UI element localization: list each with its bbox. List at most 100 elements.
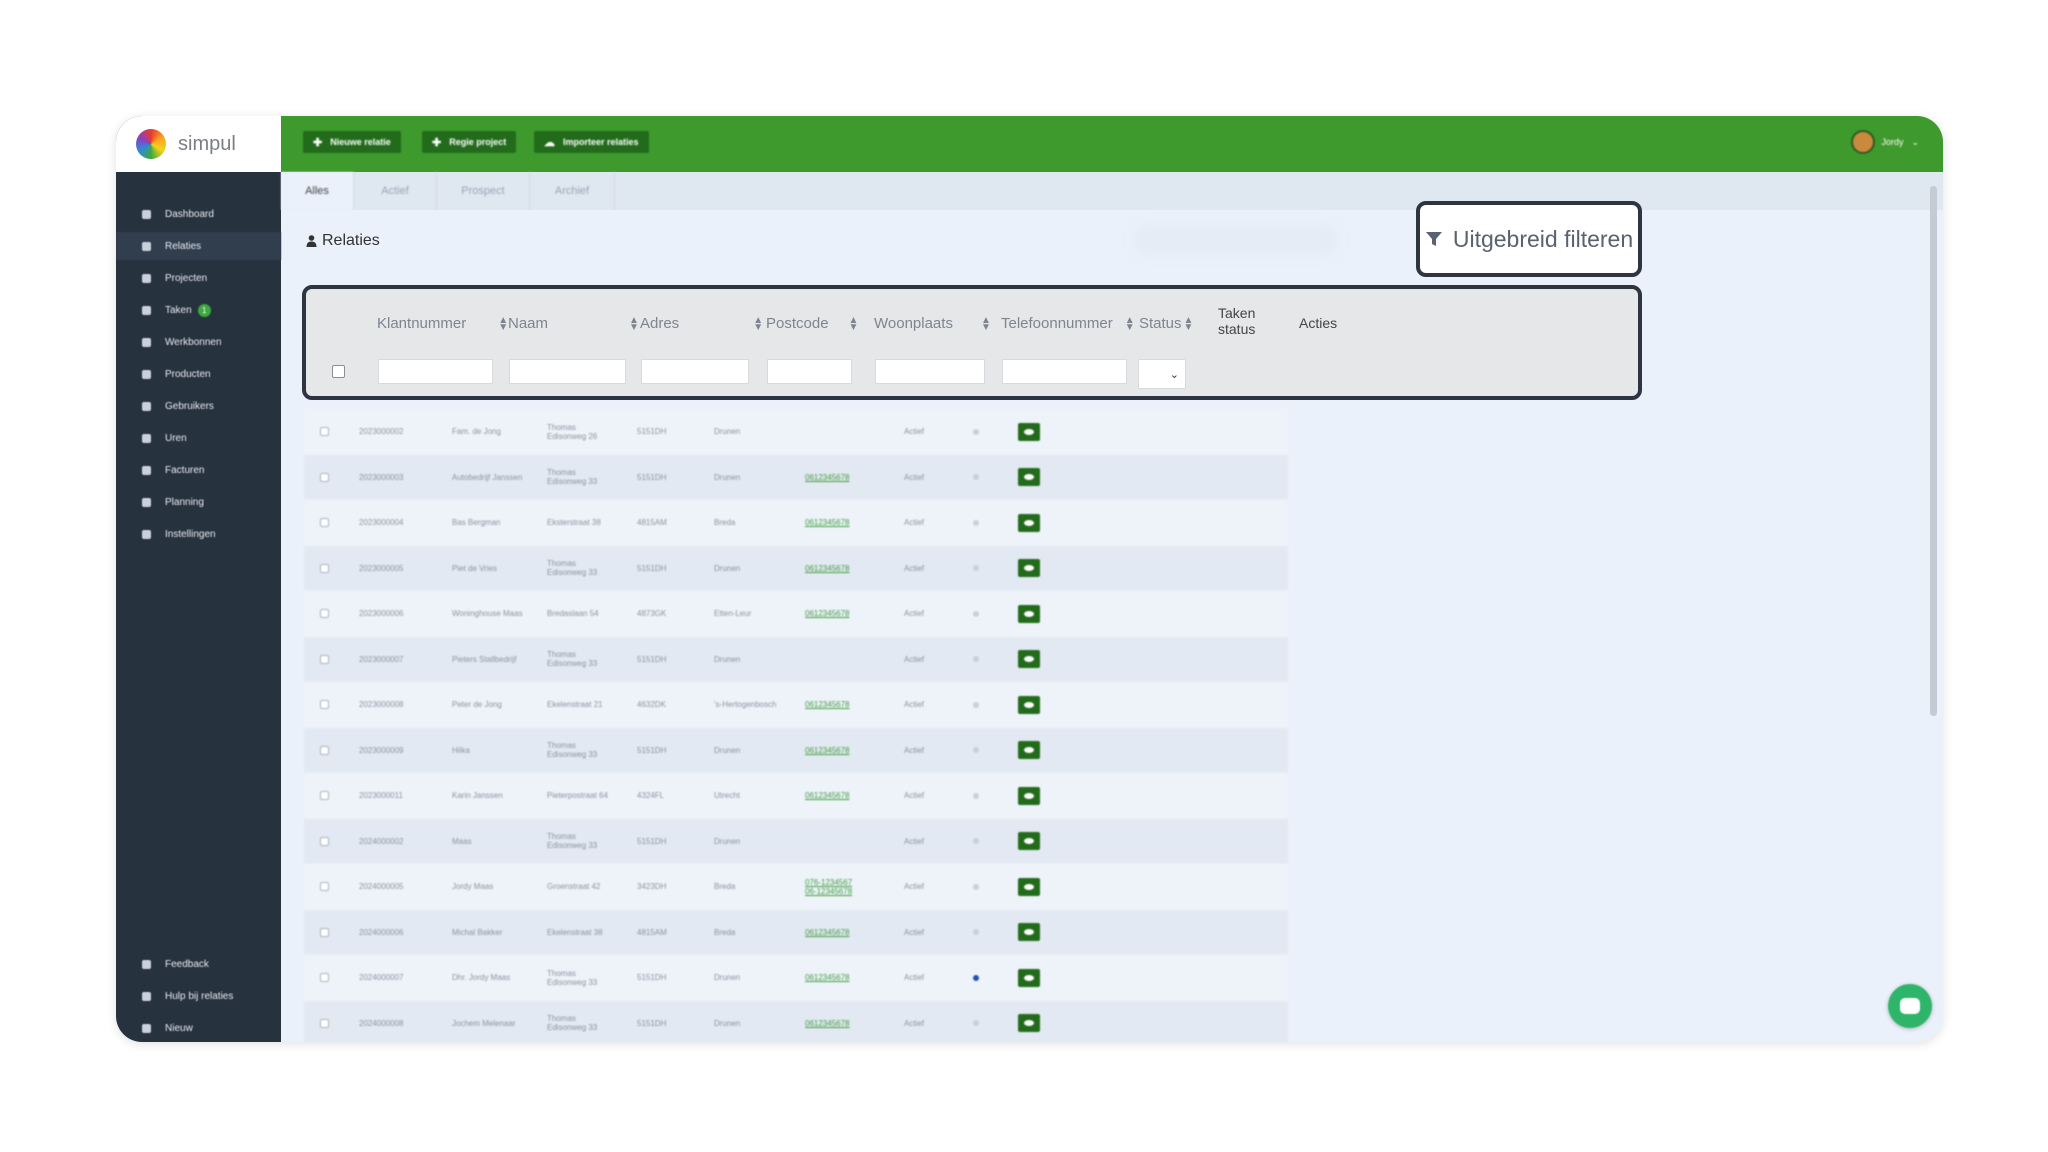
row-checkbox[interactable] [320, 427, 329, 437]
sidebar-item-relaties[interactable]: Relaties [116, 232, 281, 260]
phone-link[interactable]: 0612345678 [805, 973, 850, 982]
sidebar-item-planning[interactable]: Planning [116, 488, 281, 516]
status-filter-select[interactable]: ⌄ [1138, 359, 1186, 389]
table-row[interactable]: 2024000007 Dhr. Jordy Maas Thomas Edisonweg… [304, 955, 1288, 1001]
new-relation-button[interactable]: ✚ Nieuwe relatie [303, 131, 401, 153]
sidebar-item-werkbonnen[interactable]: Werkbonnen [116, 328, 281, 356]
table-row[interactable]: 2023000003 Autobedrijf Janssen Thomas Ediso… [304, 454, 1288, 500]
phone-link[interactable]: 0612345678 [805, 700, 850, 709]
sort-icon[interactable]: ▲ ▼ [753, 315, 763, 332]
view-button[interactable] [1018, 468, 1040, 487]
postcode-filter-input[interactable] [767, 359, 852, 384]
table-row[interactable]: 2023000002 Fam. de Jong Thomas Edisonweg 26… [304, 409, 1288, 455]
table-row[interactable]: 2023000005 Piet de Vries Thomas Edisonweg 3… [304, 545, 1288, 591]
sidebar-item-nieuw[interactable]: Nieuw [116, 1014, 281, 1042]
sidebar-item-uren[interactable]: Uren [116, 424, 281, 452]
table-row[interactable]: 2024000002 Maas Thomas Edisonweg 33 5151DH Dr… [304, 818, 1288, 864]
view-button[interactable] [1018, 877, 1040, 896]
phone-link[interactable]: 076-1234567 [805, 878, 852, 887]
row-checkbox[interactable] [320, 973, 329, 983]
tab-actief[interactable]: Actief [354, 172, 437, 210]
row-checkbox[interactable] [320, 791, 329, 801]
woonplaats-filter-input[interactable] [875, 359, 985, 384]
phone-link[interactable]: 06-12345678 [805, 887, 852, 896]
import-relations-button[interactable]: ☁ Importeer relaties [534, 131, 649, 153]
klantnummer-filter-input[interactable] [378, 359, 493, 384]
row-checkbox[interactable] [320, 563, 329, 573]
table-row[interactable]: 2023000011 Karin Janssen Pieterpostraat 64… [304, 773, 1288, 819]
view-button[interactable] [1018, 695, 1040, 714]
row-checkbox[interactable] [320, 472, 329, 482]
sidebar-item-instellingen[interactable]: Instellingen [116, 520, 281, 548]
telefoonnummer-filter-input[interactable] [1002, 359, 1127, 384]
view-button[interactable] [1018, 513, 1040, 532]
naam-filter-input[interactable] [509, 359, 626, 384]
view-button[interactable] [1018, 832, 1040, 851]
table-row[interactable]: 2023000008 Peter de Jong Ekelenstraat 21 46… [304, 682, 1288, 728]
view-button[interactable] [1018, 1014, 1040, 1033]
view-button[interactable] [1018, 650, 1040, 669]
table-row[interactable]: 2023000009 Hilka Thomas Edisonweg 33 5151DH D… [304, 727, 1288, 773]
column-postcode[interactable]: Postcode ▲ ▼ [766, 315, 858, 332]
tab-prospect[interactable]: Prospect [437, 172, 530, 210]
phone-link[interactable]: 0612345678 [805, 473, 850, 482]
advanced-filter-button[interactable]: Uitgebreid filteren [1416, 201, 1642, 277]
phone-link[interactable]: 0612345678 [805, 1019, 850, 1028]
sort-icon[interactable]: ▲ ▼ [981, 315, 991, 332]
table-row[interactable]: 2023000006 Woninghouse Maas Bredaslaan 54 4… [304, 591, 1288, 637]
row-checkbox[interactable] [320, 654, 329, 664]
phone-link[interactable]: 0612345678 [805, 609, 850, 618]
row-checkbox[interactable] [320, 1018, 329, 1028]
adres-filter-input[interactable] [641, 359, 749, 384]
sidebar-item-feedback[interactable]: Feedback [116, 950, 281, 978]
sidebar-item-help[interactable]: Hulp bij relaties [116, 982, 281, 1010]
column-woonplaats[interactable]: Woonplaats ▲ ▼ [874, 315, 991, 332]
column-status[interactable]: Status ▲ ▼ [1139, 315, 1193, 332]
column-naam[interactable]: Naam ▲ ▼ [508, 315, 639, 332]
view-button[interactable] [1018, 422, 1040, 441]
phone-link[interactable]: 0612345678 [805, 564, 850, 573]
logo[interactable]: simpul [116, 116, 281, 172]
sort-icon[interactable]: ▲ ▼ [498, 315, 508, 332]
table-row[interactable]: 2024000005 Jordy Maas Groenstraat 42 3423DH… [304, 864, 1288, 910]
sidebar-item-projecten[interactable]: Projecten [116, 264, 281, 292]
table-row[interactable]: 2023000004 Bas Bergman Eksterstraat 38 4815… [304, 500, 1288, 546]
phone-link[interactable]: 0612345678 [805, 791, 850, 800]
view-button[interactable] [1018, 968, 1040, 987]
sidebar-item-producten[interactable]: Producten [116, 360, 281, 388]
table-row[interactable]: 2023000007 Pieters Stallbedrijf Thomas Edis… [304, 636, 1288, 682]
tab-archief[interactable]: Archief [530, 172, 615, 210]
sort-icon[interactable]: ▲ ▼ [849, 315, 859, 332]
row-checkbox[interactable] [320, 609, 329, 619]
sidebar-item-facturen[interactable]: Facturen [116, 456, 281, 484]
view-button[interactable] [1018, 923, 1040, 942]
view-button[interactable] [1018, 559, 1040, 578]
sort-icon[interactable]: ▲ ▼ [1184, 315, 1194, 332]
view-button[interactable] [1018, 786, 1040, 805]
select-all-checkbox[interactable] [332, 365, 345, 378]
user-menu[interactable]: Jordy ⌄ [1851, 130, 1919, 154]
sidebar-item-gebruikers[interactable]: Gebruikers [116, 392, 281, 420]
table-row[interactable]: 2024000006 Michal Bakker Ekelenstraat 38 48… [304, 909, 1288, 955]
phone-link[interactable]: 0612345678 [805, 518, 850, 527]
regie-project-button[interactable]: ✚ Regie project [422, 131, 517, 153]
sidebar-item-dashboard[interactable]: Dashboard [116, 200, 281, 228]
scrollbar[interactable] [1930, 186, 1937, 716]
chat-button[interactable] [1888, 984, 1932, 1028]
row-checkbox[interactable] [320, 700, 329, 710]
column-adres[interactable]: Adres ▲ ▼ [640, 315, 763, 332]
row-checkbox[interactable] [320, 927, 329, 937]
sort-icon[interactable]: ▲ ▼ [1125, 315, 1135, 332]
phone-link[interactable]: 0612345678 [805, 928, 850, 937]
column-telefoonnummer[interactable]: Telefoonnummer ▲ ▼ [1001, 315, 1135, 332]
sort-icon[interactable]: ▲ ▼ [629, 315, 639, 332]
column-klantnummer[interactable]: Klantnummer ▲ ▼ [377, 315, 508, 332]
row-checkbox[interactable] [320, 882, 329, 892]
row-checkbox[interactable] [320, 518, 329, 528]
view-button[interactable] [1018, 604, 1040, 623]
row-checkbox[interactable] [320, 745, 329, 755]
table-row[interactable]: 2024000008 Jochem Melenaar Thomas Edisonweg… [304, 1000, 1288, 1042]
phone-link[interactable]: 0612345678 [805, 746, 850, 755]
sidebar-item-taken[interactable]: Taken 1 [116, 296, 281, 324]
row-checkbox[interactable] [320, 836, 329, 846]
